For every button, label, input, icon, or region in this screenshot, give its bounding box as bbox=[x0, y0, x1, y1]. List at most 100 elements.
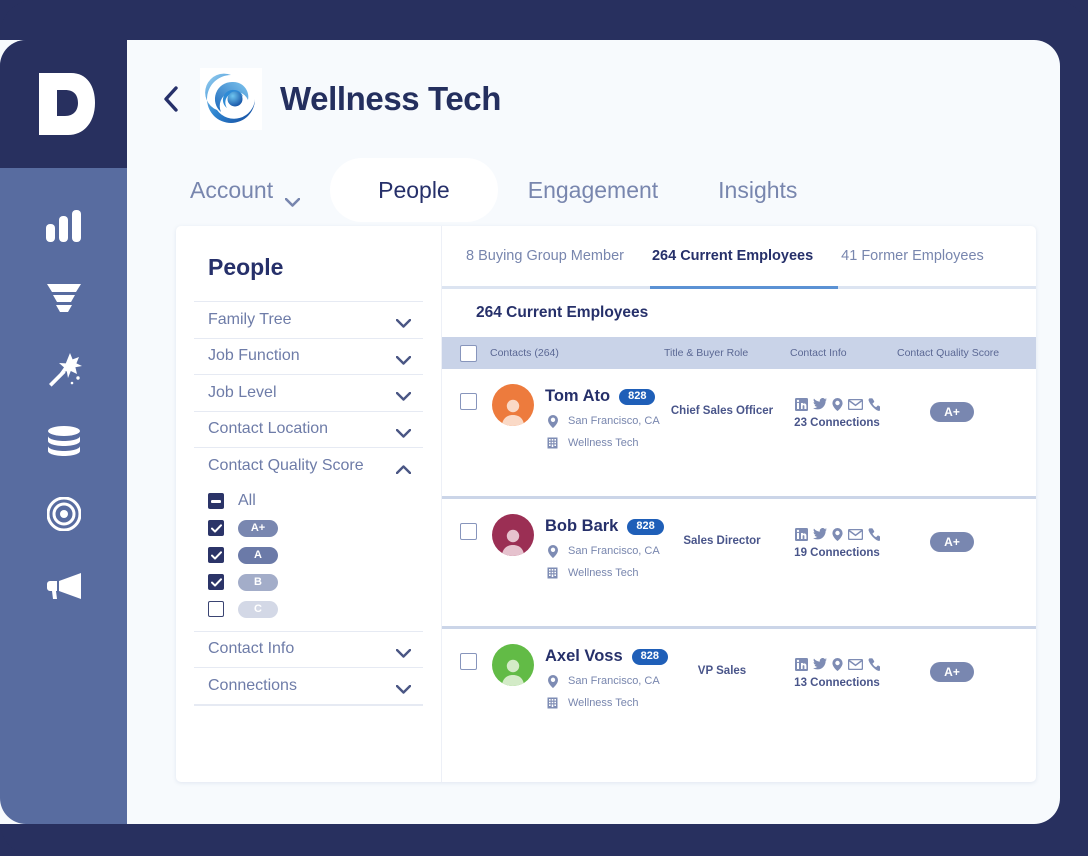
contact-name: Tom Ato bbox=[545, 387, 611, 405]
phone-icon[interactable] bbox=[868, 657, 880, 671]
filter-label: Contact Info bbox=[208, 640, 295, 658]
row-select-checkbox[interactable] bbox=[460, 393, 477, 410]
filter-label: Contact Location bbox=[208, 420, 329, 438]
connections-count: 13 Connections bbox=[794, 677, 880, 689]
table-row[interactable]: Bob Bark 828 San Francisco, CA Wellness … bbox=[442, 499, 1036, 629]
list-heading: 264 Current Employees bbox=[476, 304, 649, 321]
column-header-contacts: Contacts (264) bbox=[490, 347, 559, 359]
nav-item-magic-wand[interactable] bbox=[0, 334, 127, 406]
table-row[interactable]: Tom Ato 828 San Francisco, CA Wellness T… bbox=[442, 369, 1036, 499]
filter-label: Job Function bbox=[208, 347, 300, 365]
checkbox-checked[interactable] bbox=[208, 547, 224, 563]
row-select-checkbox[interactable] bbox=[460, 523, 477, 540]
filter-job-function[interactable]: Job Function bbox=[194, 337, 423, 375]
quality-score-cell: A+ bbox=[897, 532, 1007, 552]
contact-location-line: San Francisco, CA bbox=[546, 414, 660, 428]
filter-job-level[interactable]: Job Level bbox=[194, 374, 423, 411]
phone-icon[interactable] bbox=[868, 397, 880, 411]
quality-score-pill: A+ bbox=[238, 519, 278, 537]
app-frame: Wellness Tech Account People Engagement … bbox=[0, 0, 1088, 856]
tab-people-label: People bbox=[378, 176, 450, 203]
nav-item-megaphone[interactable] bbox=[0, 550, 127, 622]
contact-name-line: Tom Ato 828 bbox=[545, 387, 656, 406]
nav-item-bar-chart[interactable] bbox=[0, 190, 127, 262]
contact-score-badge: 828 bbox=[619, 388, 656, 405]
status-badge: A+ bbox=[930, 532, 974, 552]
location-pin-icon[interactable] bbox=[831, 527, 843, 541]
chevron-down-icon bbox=[395, 352, 412, 365]
sub-tab-label: 8 Buying Group Member bbox=[466, 248, 624, 264]
tab-insights[interactable]: Insights bbox=[688, 158, 827, 222]
twitter-icon[interactable] bbox=[812, 528, 827, 540]
bar-chart-icon bbox=[45, 210, 83, 242]
email-icon[interactable] bbox=[847, 528, 863, 540]
filter-label: Job Level bbox=[208, 383, 277, 401]
back-button[interactable] bbox=[160, 82, 182, 116]
chevron-down-icon bbox=[395, 645, 412, 658]
location-pin-icon[interactable] bbox=[831, 657, 843, 671]
phone-icon[interactable] bbox=[868, 527, 880, 541]
magic-wand-icon bbox=[46, 353, 82, 387]
email-icon[interactable] bbox=[847, 398, 863, 410]
nav-item-funnel[interactable] bbox=[0, 262, 127, 334]
status-badge: A+ bbox=[930, 402, 974, 422]
filter-contact-info[interactable]: Contact Info bbox=[194, 630, 423, 668]
quality-option-a[interactable]: A bbox=[208, 542, 423, 569]
filter-connections[interactable]: Connections bbox=[194, 667, 423, 704]
row-select-checkbox[interactable] bbox=[460, 653, 477, 670]
linkedin-icon[interactable] bbox=[794, 657, 808, 671]
select-all-checkbox[interactable] bbox=[460, 344, 477, 362]
email-icon[interactable] bbox=[847, 658, 863, 670]
contact-location-line: San Francisco, CA bbox=[546, 544, 660, 558]
filter-contact-location[interactable]: Contact Location bbox=[194, 410, 423, 448]
filter-label: Contact Quality Score bbox=[208, 456, 364, 474]
linkedin-icon[interactable] bbox=[794, 397, 808, 411]
quality-option-all[interactable]: All bbox=[208, 488, 423, 515]
contact-company-line: Wellness Tech bbox=[546, 566, 639, 580]
checkbox-unchecked[interactable] bbox=[208, 601, 224, 617]
sub-tab-buying-group-member[interactable]: 8 Buying Group Member bbox=[452, 226, 638, 288]
app-logo[interactable] bbox=[0, 40, 127, 168]
checkbox-checked[interactable] bbox=[208, 520, 224, 536]
chevron-down-icon bbox=[284, 186, 301, 207]
tab-engagement[interactable]: Engagement bbox=[498, 158, 688, 222]
checkbox-checked[interactable] bbox=[208, 574, 224, 590]
building-icon bbox=[546, 436, 559, 450]
contact-location: San Francisco, CA bbox=[568, 675, 660, 687]
tab-people[interactable]: People bbox=[330, 158, 498, 222]
checkbox-indeterminate[interactable] bbox=[208, 493, 224, 509]
sub-tab-former-employees[interactable]: 41 Former Employees bbox=[827, 226, 998, 288]
nav-item-target[interactable] bbox=[0, 478, 127, 550]
nav-item-database[interactable] bbox=[0, 406, 127, 478]
tab-engagement-label: Engagement bbox=[527, 176, 659, 203]
contact-company: Wellness Tech bbox=[568, 697, 639, 709]
quality-option-b[interactable]: B bbox=[208, 569, 423, 596]
sub-tab-current-employees[interactable]: 264 Current Employees bbox=[638, 226, 827, 288]
filter-family-tree[interactable]: Family Tree bbox=[194, 301, 423, 338]
quality-option-c[interactable]: C bbox=[208, 596, 423, 623]
quality-score-pill: A bbox=[238, 546, 278, 564]
contact-score-badge: 828 bbox=[631, 648, 669, 665]
quality-score-cell: A+ bbox=[897, 662, 1007, 682]
contact-title: Chief Sales Officer bbox=[670, 405, 774, 417]
contact-company: Wellness Tech bbox=[568, 567, 639, 579]
twitter-icon[interactable] bbox=[812, 658, 827, 670]
table-row[interactable]: Axel Voss 828 San Francisco, CA Wellness… bbox=[442, 629, 1036, 759]
people-content: 8 Buying Group Member 264 Current Employ… bbox=[441, 226, 1036, 782]
filter-contact-quality-score[interactable]: Contact Quality Score bbox=[194, 447, 423, 484]
building-icon bbox=[546, 696, 559, 710]
location-pin-icon bbox=[546, 674, 559, 688]
linkedin-icon[interactable] bbox=[794, 527, 808, 541]
quality-option-label: All bbox=[238, 492, 256, 509]
twitter-icon[interactable] bbox=[812, 398, 827, 410]
contact-info-cell: 19 Connections bbox=[772, 525, 902, 561]
page-title: Wellness Tech bbox=[280, 80, 501, 117]
connections-count: 19 Connections bbox=[794, 547, 880, 559]
quality-score-options: All A+ A B C bbox=[194, 484, 423, 631]
location-pin-icon[interactable] bbox=[831, 397, 843, 411]
quality-option-a-plus[interactable]: A+ bbox=[208, 515, 423, 542]
tab-account[interactable]: Account bbox=[160, 158, 330, 222]
chevron-down-icon bbox=[395, 425, 412, 438]
contact-name-line: Bob Bark 828 bbox=[545, 517, 664, 536]
contact-title: VP Sales bbox=[697, 665, 747, 677]
